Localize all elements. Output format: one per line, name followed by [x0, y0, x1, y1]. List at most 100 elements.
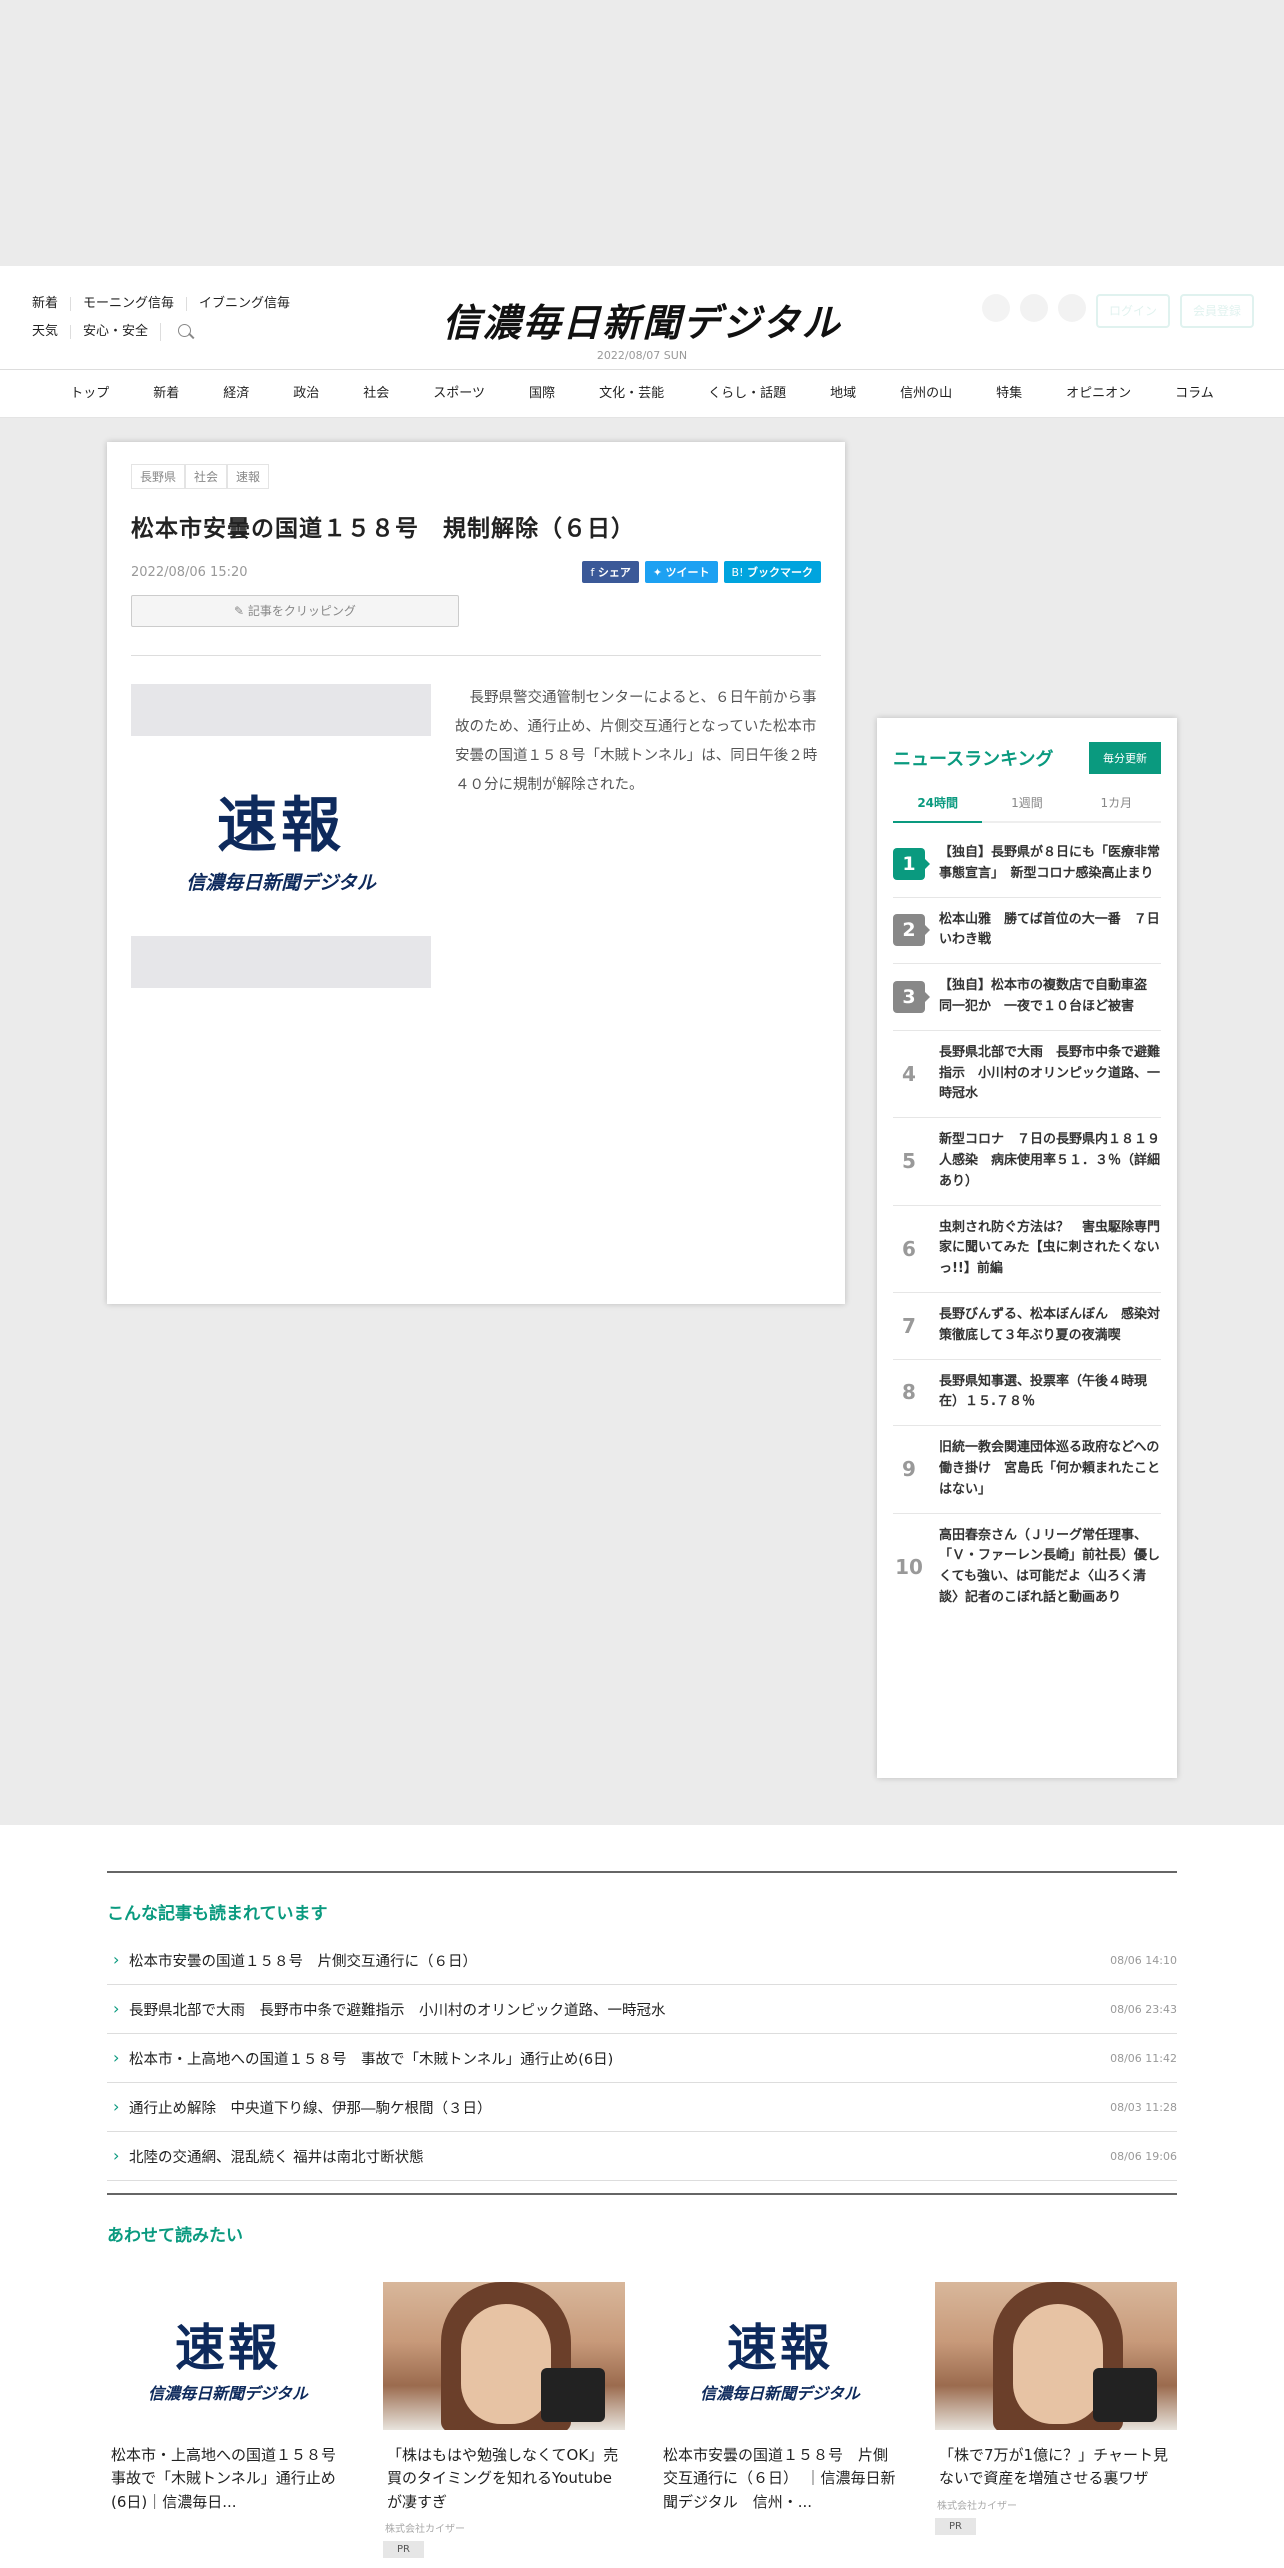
tab-24h[interactable]: 24時間 [893, 794, 983, 823]
related-item-date: 08/06 23:43 [1110, 2002, 1177, 2016]
nav-sports[interactable]: スポーツ [411, 370, 507, 417]
recommend-card-title: 「株で7万が1億に？」チャート見ないで資産を増殖させる裏ワザ [939, 2446, 1168, 2488]
nav-top[interactable]: トップ [48, 370, 131, 417]
tab-1month[interactable]: 1カ月 [1071, 794, 1161, 823]
ranking-title: ニュースランキング [893, 749, 1054, 770]
related-item-title[interactable]: 北陸の交通網、混乱続く 福井は南北寸断状態 [107, 2146, 424, 2167]
ranking-item-title: 長野県北部で大雨 長野市中条で避難指示 小川村のオリンピック道路、一時冠水 [939, 1044, 1161, 1102]
nav-economy[interactable]: 経済 [201, 370, 271, 417]
share-buttons: f シェア ✦ ツイート B! ブックマーク [582, 561, 821, 583]
ranking-item[interactable]: 8 長野県知事選、投票率（午後４時現在）１５.７８％ [893, 1360, 1161, 1427]
ranking-item[interactable]: 6 虫刺され防ぐ方法は？ 害虫駆除専門家に聞いてみた【虫に刺されたくないっ!!】前… [893, 1206, 1161, 1293]
nav-column[interactable]: コラム [1153, 370, 1236, 417]
news-ranking: ニュースランキング 毎分更新 24時間 1週間 1カ月 1 【独自】長野県が８日に… [877, 718, 1177, 1778]
ranking-item-title: 長野びんずる、松本ぼんぼん 感染対策徹底して３年ぶり夏の夜満喫 [939, 1306, 1161, 1343]
article-title: 松本市安曇の国道１５８号 規制解除（６日） [131, 516, 635, 542]
ranking-item-title: 松本山雅 勝てば首位の大一番 ７日いわき戦 [939, 911, 1160, 948]
related-list: 松本市安曇の国道１５８号 片側交互通行に（６日） 08/06 14:10 長野県北… [107, 1936, 1177, 2181]
top-ad-area [0, 0, 1284, 266]
tag-nagano[interactable]: 長野県 [131, 464, 186, 489]
recommend-cards: 速報 信濃毎日新聞デジタル 松本市・上高地への国道１５８号 事故で「木賊トンネル… [107, 2282, 1177, 2558]
breaking-news-thumbnail: 速報 信濃毎日新聞デジタル [700, 2319, 860, 2403]
pr-badge: PR [935, 2517, 976, 2535]
article-date: 2022/08/06 15:20 [131, 564, 248, 580]
ranking-item-title: 【独自】長野県が８日にも「医療非常事態宣言」 新型コロナ感染高止まり [939, 845, 1161, 881]
ranking-item[interactable]: 1 【独自】長野県が８日にも「医療非常事態宣言」 新型コロナ感染高止まり [893, 831, 1161, 898]
related-item-date: 08/06 11:42 [1110, 2051, 1177, 2065]
global-nav: トップ 新着 経済 政治 社会 スポーツ 国際 文化・芸能 くらし・話題 地域 … [0, 370, 1284, 418]
tag-breaking[interactable]: 速報 [227, 464, 270, 489]
breaking-news-image: 速報 信濃毎日新聞デジタル [186, 791, 376, 894]
rank-number: 10 [895, 1555, 923, 1580]
main-area: 長野県 社会 速報 松本市安曇の国道１５８号 規制解除（６日） 2022/08/… [0, 418, 1284, 1825]
lower-section: こんな記事も読まれています 松本市安曇の国道１５８号 片側交互通行に（６日） 08… [0, 1825, 1284, 2568]
sponsor-name: 株式会社カイザー [385, 2523, 465, 2535]
ranking-item[interactable]: 4 長野県北部で大雨 長野市中条で避難指示 小川村のオリンピック道路、一時冠水 [893, 1031, 1161, 1119]
related-item-date: 08/06 19:06 [1110, 2149, 1177, 2163]
ranking-item[interactable]: 7 長野びんずる、松本ぼんぼん 感染対策徹底して３年ぶり夏の夜満喫 [893, 1293, 1161, 1360]
nav-world[interactable]: 国際 [507, 370, 577, 417]
recommend-card-title: 松本市安曇の国道１５８号 片側交互通行に（６日） ｜信濃毎日新聞デジタル 信州・… [663, 2446, 896, 2511]
ad-thumbnail [383, 2282, 625, 2430]
ranking-tabs: 24時間 1週間 1カ月 [893, 794, 1161, 823]
recommend-card[interactable]: 「株はもはや勉強しなくてOK」売買のタイミングを知れるYoutubeが凄すぎ 株… [383, 2282, 625, 2558]
article-divider [131, 655, 821, 656]
nav-opinion[interactable]: オピニオン [1044, 370, 1153, 417]
twitter-share-button[interactable]: ✦ ツイート [644, 561, 718, 583]
nav-mountain[interactable]: 信州の山 [878, 370, 974, 417]
related-item-title[interactable]: 通行止め解除 中央道下り線、伊那―駒ケ根間（３日） [107, 2097, 492, 2118]
related-item[interactable]: 北陸の交通網、混乱続く 福井は南北寸断状態 08/06 19:06 [107, 2132, 1177, 2181]
ranking-item-title: 新型コロナ ７日の長野県内１８１９人感染 病床使用率５１．３％（詳細あり） [939, 1132, 1161, 1189]
ranking-item[interactable]: 2 松本山雅 勝てば首位の大一番 ７日いわき戦 [893, 898, 1161, 965]
clip-icon[interactable] [982, 294, 1010, 322]
section-divider [107, 2193, 1177, 2195]
rank-number: 1 [893, 847, 930, 880]
related-item-title[interactable]: 長野県北部で大雨 長野市中条で避難指示 小川村のオリンピック道路、一時冠水 [107, 1999, 666, 2020]
image-bar-top [131, 684, 431, 736]
rank-number: 3 [893, 980, 930, 1013]
recommend-card-title: 松本市・上高地への国道１５８号 事故で「木賊トンネル」通行止め(6日)｜信濃毎日… [111, 2446, 352, 2511]
nav-region[interactable]: 地域 [808, 370, 878, 417]
tag-society[interactable]: 社会 [185, 464, 228, 489]
facebook-share-button[interactable]: f シェア [582, 561, 639, 583]
related-item[interactable]: 松本市安曇の国道１５８号 片側交互通行に（６日） 08/06 14:10 [107, 1936, 1177, 1985]
related-item-title[interactable]: 松本市・上高地への国道１５８号 事故で「木賊トンネル」通行止め(6日) [107, 2048, 613, 2069]
register-button[interactable]: 会員登録 [1180, 294, 1254, 328]
nav-new[interactable]: 新着 [131, 370, 201, 417]
rank-number: 2 [893, 914, 930, 947]
clip-article-button[interactable]: ✎ 記事をクリッピング [131, 595, 459, 627]
tab-1week[interactable]: 1週間 [982, 794, 1072, 823]
nav-culture[interactable]: 文化・芸能 [577, 370, 686, 417]
nav-life[interactable]: くらし・話題 [686, 370, 808, 417]
ranking-item[interactable]: 5 新型コロナ ７日の長野県内１８１９人感染 病床使用率５１．３％（詳細あり） [893, 1118, 1161, 1206]
related-item-title[interactable]: 松本市安曇の国道１５８号 片側交互通行に（６日） [107, 1950, 477, 1971]
rank-number: 5 [902, 1149, 916, 1174]
recommend-card[interactable]: 「株で7万が1億に？」チャート見ないで資産を増殖させる裏ワザ 株式会社カイザー … [935, 2282, 1177, 2558]
recommend-card[interactable]: 速報 信濃毎日新聞デジタル 松本市安曇の国道１５８号 片側交互通行に（６日） ｜… [659, 2282, 901, 2558]
related-item[interactable]: 通行止め解除 中央道下り線、伊那―駒ケ根間（３日） 08/03 11:28 [107, 2083, 1177, 2132]
ranking-item[interactable]: 9 旧統一教会関連団体巡る政府などへの働き掛け 宮島氏「何か頼まれたことはない」 [893, 1426, 1161, 1514]
article-meta: 2022/08/06 15:20 f シェア ✦ ツイート B! ブックマーク [131, 561, 821, 583]
rank-number: 9 [902, 1457, 916, 1482]
header-account-area: ログイン 会員登録 [982, 294, 1254, 328]
recommend-title: あわせて読みたい [107, 2226, 243, 2246]
hatena-bookmark-button[interactable]: B! ブックマーク [723, 561, 821, 583]
nav-feature[interactable]: 特集 [974, 370, 1044, 417]
bell-icon[interactable] [1020, 294, 1048, 322]
ranking-item-title: 【独自】松本市の複数店で自動車盗 同一犯か 一夜で１０台ほど被害 [939, 978, 1161, 1014]
related-item[interactable]: 長野県北部で大雨 長野市中条で避難指示 小川村のオリンピック道路、一時冠水 08/… [107, 1985, 1177, 2034]
clip-icon: ✎ [234, 604, 248, 618]
ranking-item[interactable]: 10 高田春奈さん（Ｊリーグ常任理事、「Ｖ・ファーレン長崎」前社長）優しくても強い… [893, 1514, 1161, 1621]
related-item[interactable]: 松本市・上高地への国道１５８号 事故で「木賊トンネル」通行止め(6日) 08/06… [107, 2034, 1177, 2083]
nav-politics[interactable]: 政治 [271, 370, 341, 417]
related-item-date: 08/03 11:28 [1110, 2100, 1177, 2114]
menu-icon[interactable] [1058, 294, 1086, 322]
login-button[interactable]: ログイン [1096, 294, 1170, 328]
ranking-item-title: 旧統一教会関連団体巡る政府などへの働き掛け 宮島氏「何か頼まれたことはない」 [939, 1440, 1161, 1497]
ranking-badge: 毎分更新 [1089, 742, 1161, 774]
recommend-card[interactable]: 速報 信濃毎日新聞デジタル 松本市・上高地への国道１５８号 事故で「木賊トンネル… [107, 2282, 352, 2558]
nav-society[interactable]: 社会 [341, 370, 411, 417]
ranking-item[interactable]: 3 【独自】松本市の複数店で自動車盗 同一犯か 一夜で１０台ほど被害 [893, 964, 1161, 1031]
site-header: 新着 モーニング信毎 イブニング信毎 天気 安心・安全 信濃毎日新聞デジタル 2… [0, 266, 1284, 370]
rank-number: 6 [902, 1236, 916, 1261]
